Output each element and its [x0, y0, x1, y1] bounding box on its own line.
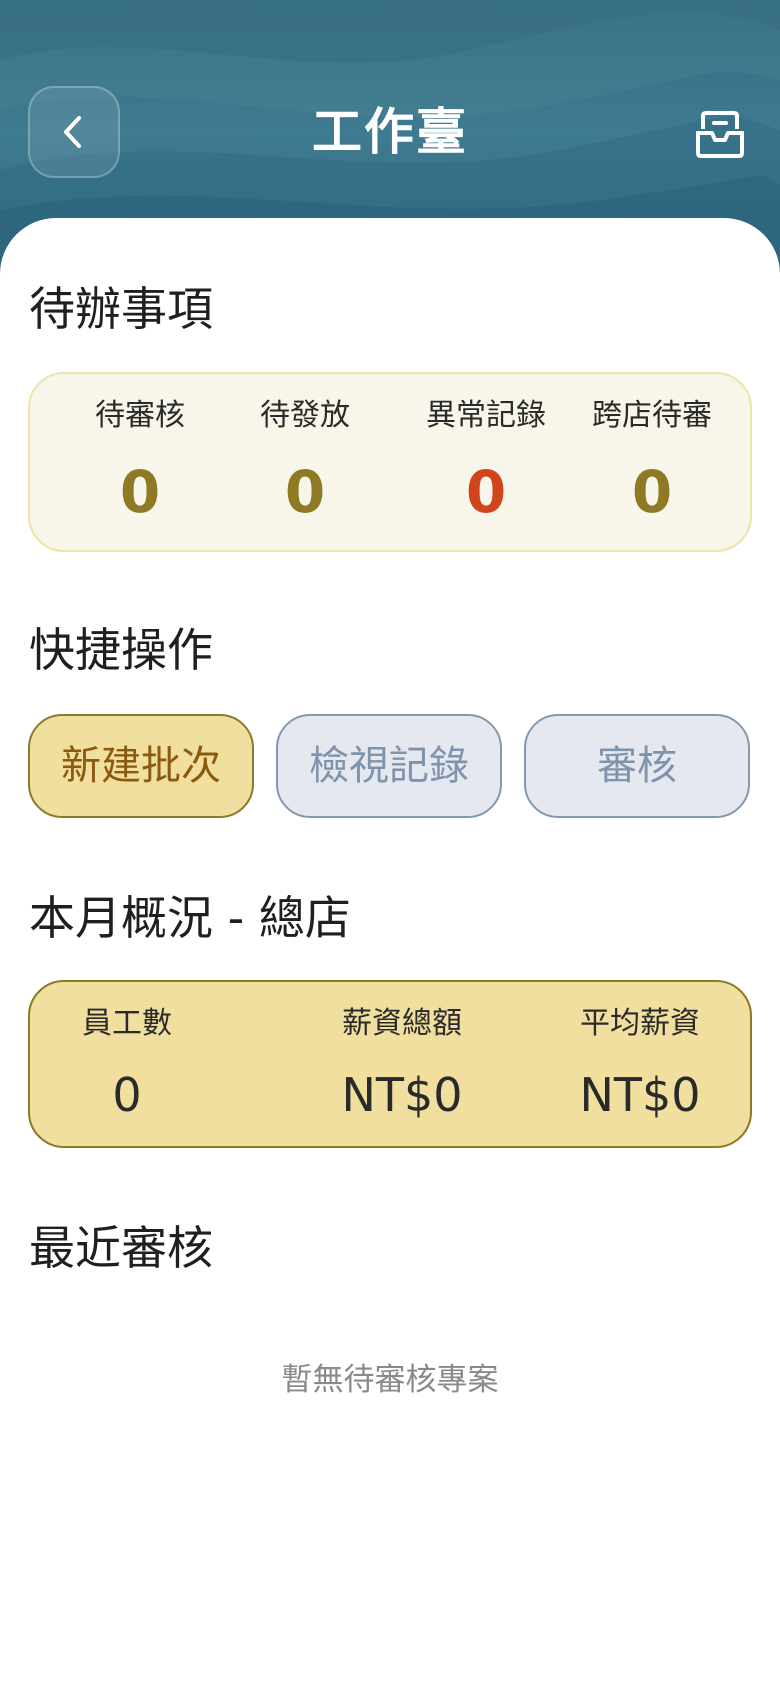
summary-average-salary: 平均薪資 NT$0	[530, 1004, 750, 1124]
summary-value: NT$0	[341, 1068, 463, 1122]
summary-label: 員工數	[82, 1006, 172, 1041]
summary-value: 0	[112, 1068, 142, 1122]
summary-employee-count: 員工數 0	[52, 1004, 202, 1124]
todo-count: 0	[284, 458, 326, 526]
summary-total-salary: 薪資總額 NT$0	[292, 1004, 512, 1124]
monthly-summary-card: 員工數 0 薪資總額 NT$0 平均薪資 NT$0	[28, 980, 752, 1148]
summary-label: 薪資總額	[342, 1006, 462, 1041]
todo-card: 待審核 0 待發放 0 異常記錄 0 跨店待審 0	[28, 372, 752, 552]
todo-count: 0	[465, 458, 507, 526]
todo-pending-payout[interactable]: 待發放 0	[215, 396, 395, 526]
todo-count: 0	[631, 458, 673, 526]
todo-section-title: 待辦事項	[29, 282, 213, 336]
workbench-screen: 工作臺 待辦事項 待審核 0 待發放 0 異常記錄 0 跨店待審 0 快捷操作 …	[0, 0, 780, 1688]
todo-label: 跨店待審	[592, 398, 712, 433]
summary-label: 平均薪資	[580, 1006, 700, 1041]
todo-count: 0	[119, 458, 161, 526]
page-title: 工作臺	[312, 103, 468, 161]
recent-reviews-title: 最近審核	[29, 1221, 213, 1275]
todo-exception-records[interactable]: 異常記錄 0	[396, 396, 576, 526]
review-button[interactable]: 審核	[524, 714, 750, 818]
todo-label: 待審核	[95, 398, 185, 433]
todo-label: 異常記錄	[426, 398, 546, 433]
empty-state-text: 暫無待審核專案	[281, 1362, 499, 1398]
todo-pending-review[interactable]: 待審核 0	[50, 396, 230, 526]
view-records-button[interactable]: 檢視記錄	[276, 714, 502, 818]
todo-cross-store-review[interactable]: 跨店待審 0	[562, 396, 742, 526]
summary-value: NT$0	[579, 1068, 701, 1122]
inbox-icon	[696, 111, 744, 158]
new-batch-button[interactable]: 新建批次	[28, 714, 254, 818]
monthly-summary-title: 本月概況 - 總店	[29, 891, 351, 945]
quick-actions-title: 快捷操作	[29, 623, 213, 677]
todo-label: 待發放	[260, 398, 350, 433]
inbox-button[interactable]	[690, 104, 750, 164]
